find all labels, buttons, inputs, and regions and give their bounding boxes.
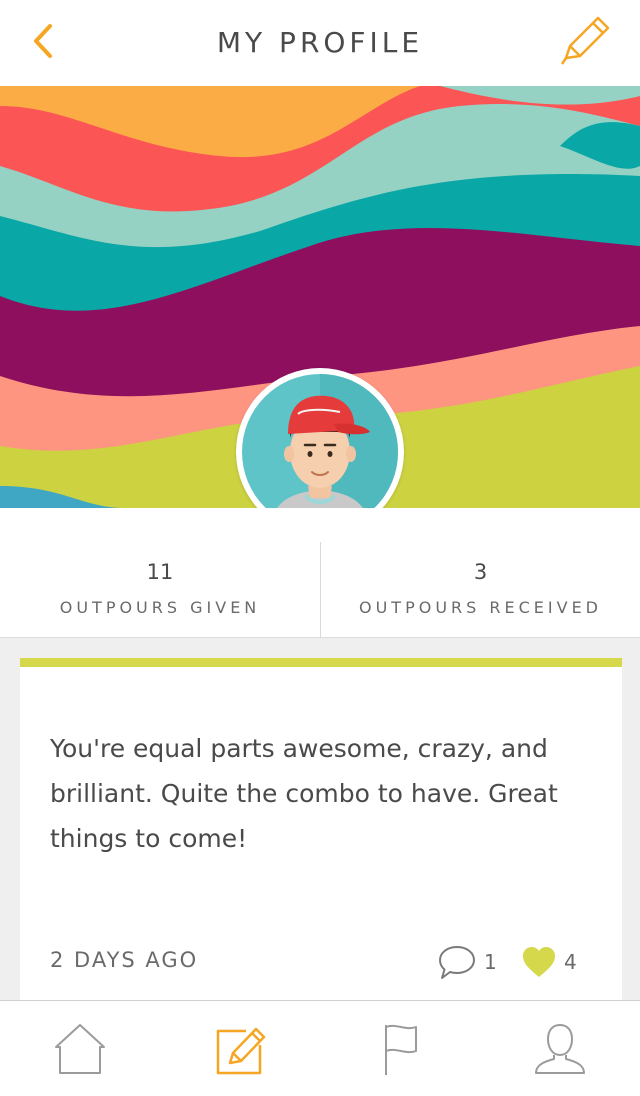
tab-home[interactable] <box>50 1019 110 1079</box>
heart-icon <box>523 947 555 977</box>
outpours-given-count: 11 <box>146 560 174 584</box>
post-timestamp: 2 DAYS AGO <box>50 948 199 972</box>
avatar-icon <box>242 374 398 530</box>
tab-flag[interactable] <box>370 1019 430 1079</box>
tab-bar <box>0 1000 640 1096</box>
outpours-received-count: 3 <box>473 560 488 584</box>
like-count: 4 <box>564 950 577 974</box>
compose-icon <box>216 1027 266 1075</box>
outpours-given-stat[interactable]: 11 OUTPOURS GIVEN <box>0 508 320 638</box>
comment-count: 1 <box>484 950 497 974</box>
profile-stats: 11 OUTPOURS GIVEN 3 OUTPOURS RECEIVED <box>0 508 640 638</box>
like-button[interactable]: 4 <box>520 942 610 982</box>
outpours-received-stat[interactable]: 3 OUTPOURS RECEIVED <box>321 508 640 638</box>
flag-icon <box>385 1024 417 1075</box>
card-accent-bar <box>20 658 622 667</box>
page-title: MY PROFILE <box>216 26 424 59</box>
comment-button[interactable]: 1 <box>436 942 516 982</box>
comment-icon <box>439 946 475 979</box>
edit-profile-button[interactable] <box>558 14 612 68</box>
tab-profile[interactable] <box>530 1019 590 1079</box>
home-icon <box>55 1024 105 1074</box>
outpours-given-label: OUTPOURS GIVEN <box>59 598 261 617</box>
tab-compose[interactable] <box>210 1019 270 1079</box>
header: MY PROFILE <box>0 0 640 86</box>
outpour-card[interactable]: You're equal parts awesome, crazy, and b… <box>20 658 622 1000</box>
pencil-icon <box>560 16 610 65</box>
outpour-message: You're equal parts awesome, crazy, and b… <box>50 734 558 853</box>
outpours-received-label: OUTPOURS RECEIVED <box>359 598 602 617</box>
person-icon <box>535 1024 585 1074</box>
